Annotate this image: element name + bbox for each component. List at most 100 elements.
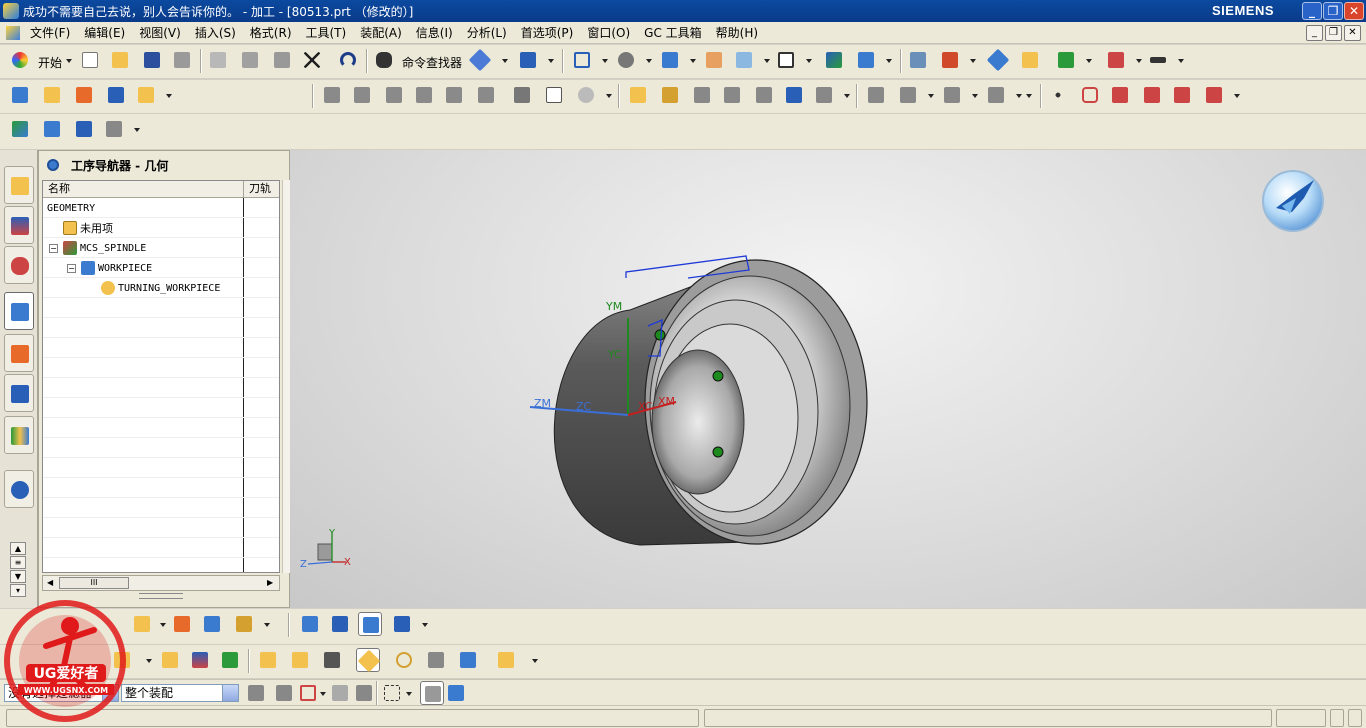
graphics-viewport[interactable]: YM YC ZM ZC XC XM Y X Z — [290, 150, 1366, 608]
maximize-button[interactable]: ❐ — [1323, 2, 1343, 20]
menu-view[interactable]: 视图(V) — [132, 24, 188, 41]
dynamic-icon[interactable] — [1054, 48, 1078, 72]
dropdown-icon[interactable] — [422, 623, 428, 627]
dropdown-icon[interactable] — [844, 94, 850, 98]
minimize-button[interactable]: _ — [1302, 2, 1322, 20]
dropdown-icon[interactable] — [764, 59, 770, 63]
scroll-end-icon[interactable]: ▾ — [10, 584, 26, 597]
rectangle-select-icon[interactable] — [380, 681, 404, 705]
component-select-icon[interactable] — [444, 681, 468, 705]
tool-holder-icon[interactable] — [424, 648, 448, 672]
check-icon[interactable] — [8, 117, 32, 141]
cut-object-icon[interactable] — [658, 83, 682, 107]
curve-arc-icon[interactable] — [896, 83, 920, 107]
dropdown-icon[interactable] — [406, 692, 412, 696]
collapse-icon[interactable]: − — [49, 244, 58, 253]
save-icon[interactable] — [140, 48, 164, 72]
menu-tools[interactable]: 工具(T) — [299, 24, 354, 41]
dropdown-icon[interactable] — [548, 59, 554, 63]
scroll-up-icon[interactable]: ▲ — [10, 542, 26, 555]
dropdown-icon[interactable] — [602, 59, 608, 63]
verify-toolpath-icon[interactable] — [412, 83, 436, 107]
point-icon[interactable] — [1046, 83, 1070, 107]
selection-priority-icon[interactable] — [516, 48, 540, 72]
synchronous-modeling-icon[interactable] — [494, 648, 518, 672]
quick-pick-icon[interactable] — [420, 681, 444, 705]
curve-spline-icon[interactable] — [940, 83, 964, 107]
list-toolpath-icon[interactable] — [382, 83, 406, 107]
create-workpiece-icon[interactable] — [170, 612, 194, 636]
mdi-minimize-button[interactable]: _ — [1306, 25, 1323, 41]
boolean-subtract-icon[interactable] — [288, 648, 312, 672]
dropdown-icon[interactable] — [606, 94, 612, 98]
tree-row-workpiece[interactable]: − WORKPIECE — [43, 258, 279, 278]
dropdown-icon[interactable] — [806, 59, 812, 63]
edit-object-icon[interactable] — [626, 83, 650, 107]
mdi-restore-button[interactable]: ❐ — [1325, 25, 1342, 41]
replay-toolpath-icon[interactable] — [350, 83, 374, 107]
dropdown-icon[interactable] — [886, 59, 892, 63]
menu-edit[interactable]: 编辑(E) — [77, 24, 132, 41]
column-header-name[interactable]: 名称 — [43, 181, 244, 198]
dropdown-icon[interactable] — [1016, 94, 1022, 98]
machining-method-view-icon[interactable] — [390, 612, 414, 636]
start-dropdown-icon[interactable] — [66, 59, 72, 63]
align-icon[interactable] — [456, 648, 480, 672]
create-blank-icon[interactable] — [232, 612, 256, 636]
chevron-down-icon[interactable] — [222, 685, 238, 701]
menu-file[interactable]: 文件(F) — [23, 24, 77, 41]
assembly-navigator-tab[interactable] — [4, 166, 34, 204]
cut-icon[interactable] — [206, 48, 230, 72]
menu-information[interactable]: 信息(I) — [409, 24, 460, 41]
chain-icon[interactable] — [392, 648, 416, 672]
create-program-icon[interactable] — [8, 83, 32, 107]
menu-gc-toolbox[interactable]: GC 工具箱 — [637, 24, 709, 41]
machine-tool-navigator-tab[interactable] — [4, 334, 34, 372]
tree-row-mcs-spindle[interactable]: − MCS_SPINDLE — [43, 238, 279, 258]
mdi-close-button[interactable]: ✕ — [1344, 25, 1361, 41]
dropdown-icon[interactable] — [970, 59, 976, 63]
dropdown-icon[interactable] — [1178, 59, 1184, 63]
dropdown-icon[interactable] — [1026, 94, 1032, 98]
binoculars-icon[interactable] — [372, 48, 396, 72]
dropdown-icon[interactable] — [1136, 59, 1142, 63]
print-icon[interactable] — [170, 48, 194, 72]
tree-row-geometry[interactable]: GEOMETRY — [43, 198, 279, 218]
measure-distance-icon[interactable] — [986, 48, 1010, 72]
snap-midpoint-icon[interactable] — [352, 681, 376, 705]
measure-length-icon[interactable] — [1146, 48, 1170, 72]
view-navigator-icon[interactable] — [102, 117, 126, 141]
create-geometry-icon[interactable] — [72, 83, 96, 107]
point-snap-icon[interactable] — [296, 681, 320, 705]
command-finder-label[interactable]: 命令查找器 — [402, 54, 462, 71]
paste-icon[interactable] — [270, 48, 294, 72]
magic-wand-icon[interactable] — [1018, 48, 1042, 72]
mirror-icon[interactable] — [188, 648, 212, 672]
point-constructor-icon[interactable] — [1104, 48, 1128, 72]
fit-view-icon[interactable] — [570, 48, 594, 72]
panel-splitter[interactable] — [139, 593, 183, 599]
menu-window[interactable]: 窗口(O) — [580, 24, 637, 41]
menu-format[interactable]: 格式(R) — [243, 24, 299, 41]
resize-grip-icon[interactable] — [1348, 709, 1362, 727]
tree-row-unused[interactable]: 未用项 — [43, 218, 279, 238]
geometry-view-icon[interactable] — [358, 612, 382, 636]
output-clsf-icon[interactable] — [510, 83, 534, 107]
section-view-icon[interactable] — [702, 48, 726, 72]
pin-icon[interactable] — [47, 159, 59, 171]
undo-icon[interactable] — [336, 48, 360, 72]
orient-view-icon[interactable] — [658, 48, 682, 72]
start-button-label[interactable]: 开始 — [38, 54, 62, 71]
menu-assembly[interactable]: 装配(A) — [353, 24, 409, 41]
collapse-icon[interactable]: − — [67, 264, 76, 273]
machine-tool-view-icon[interactable] — [328, 612, 352, 636]
snap-endpoint-icon[interactable] — [328, 681, 352, 705]
dropdown-icon[interactable] — [134, 128, 140, 132]
dropdown-icon[interactable] — [928, 94, 934, 98]
delete-object-icon[interactable] — [752, 83, 776, 107]
paste-object-icon[interactable] — [720, 83, 744, 107]
boolean-intersect-icon[interactable] — [320, 648, 344, 672]
wcs-origin-icon[interactable] — [822, 48, 846, 72]
general-selection-icon[interactable] — [244, 681, 268, 705]
part-navigator-icon[interactable] — [72, 117, 96, 141]
